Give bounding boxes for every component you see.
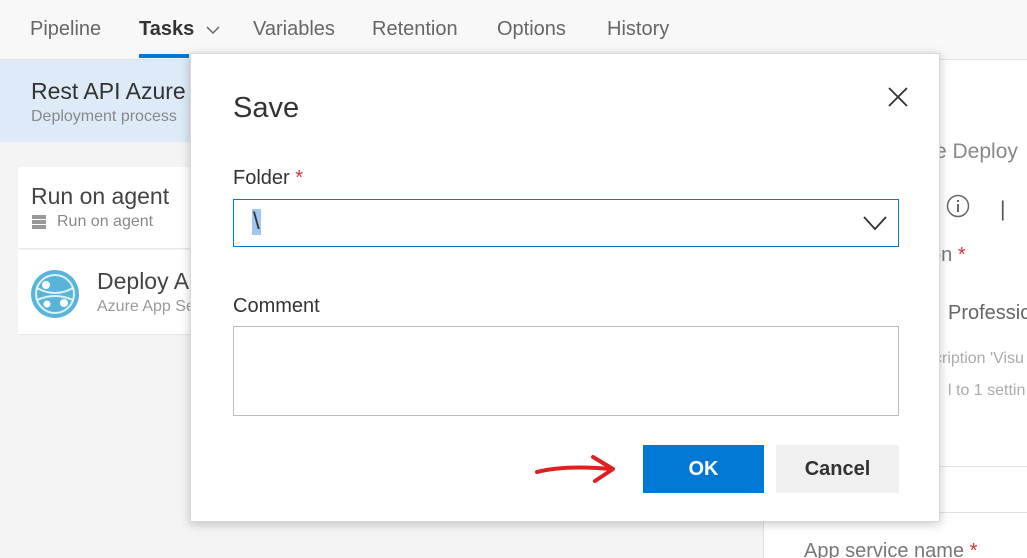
agent-phase-title: Run on agent — [31, 183, 170, 209]
top-nav: Pipeline Tasks Variables Retention Optio… — [0, 0, 1027, 60]
folder-value: \ — [252, 208, 261, 235]
tab-options[interactable]: Options — [497, 18, 566, 41]
process-title: Rest API Azure — [31, 78, 186, 104]
app-service-label: App service name * — [804, 540, 977, 558]
task-name-text: re Deploy — [940, 140, 1018, 163]
azure-app-service-icon — [31, 270, 79, 318]
tab-tasks-label: Tasks — [139, 18, 195, 40]
cancel-button[interactable]: Cancel — [776, 445, 899, 493]
tab-pipeline[interactable]: Pipeline — [30, 18, 101, 41]
dialog-title: Save — [233, 92, 300, 124]
comment-field[interactable] — [233, 326, 899, 416]
process-header[interactable]: Rest API Azure Deployment process — [0, 60, 190, 142]
save-dialog: Save Folder * \ Comment OK Cancel — [190, 53, 940, 522]
subscription-hint-1: cription 'Visu — [940, 350, 1024, 367]
app-service-label-text: App service name — [804, 540, 965, 558]
tab-history[interactable]: History — [607, 18, 669, 41]
subscription-value[interactable]: Professio — [948, 302, 1027, 325]
subscription-label-text: tion — [940, 244, 953, 266]
annotation-arrow-icon — [535, 455, 615, 483]
tab-retention[interactable]: Retention — [372, 18, 458, 41]
divider — [940, 512, 1027, 513]
toolbar-separator: | — [1000, 198, 1006, 221]
required-mark: * — [295, 167, 304, 189]
comment-label: Comment — [233, 295, 320, 317]
folder-label: Folder * — [233, 167, 303, 190]
ok-button[interactable]: OK — [643, 445, 764, 493]
server-icon — [32, 215, 46, 229]
info-icon[interactable] — [946, 194, 970, 218]
right-panel: re Deploy | tion * Professio cription 'V… — [940, 60, 1027, 558]
folder-dropdown[interactable]: \ — [233, 199, 899, 247]
required-mark: * — [969, 540, 978, 558]
folder-label-text: Folder — [233, 167, 290, 189]
tab-variables[interactable]: Variables — [253, 18, 335, 41]
agent-phase-subtitle: Run on agent — [57, 213, 154, 230]
active-tab-indicator — [139, 54, 189, 58]
required-mark: * — [957, 244, 966, 266]
task-card[interactable]: Deploy A Azure App Se — [18, 250, 190, 335]
left-panel: Rest API Azure Deployment process Run on… — [0, 60, 190, 558]
tab-tasks[interactable]: Tasks — [139, 18, 220, 41]
subscription-label: tion * — [940, 244, 966, 267]
task-subtitle: Azure App Se — [97, 298, 190, 315]
task-title: Deploy A — [97, 268, 190, 294]
chevron-down-icon[interactable] — [862, 214, 888, 232]
close-icon[interactable] — [887, 86, 909, 108]
divider — [940, 466, 1027, 467]
subscription-hint-2: l to 1 settin — [948, 382, 1026, 399]
process-subtitle: Deployment process — [31, 108, 177, 125]
agent-phase-card[interactable]: Run on agent Run on agent — [18, 167, 190, 249]
chevron-down-icon — [206, 26, 220, 34]
